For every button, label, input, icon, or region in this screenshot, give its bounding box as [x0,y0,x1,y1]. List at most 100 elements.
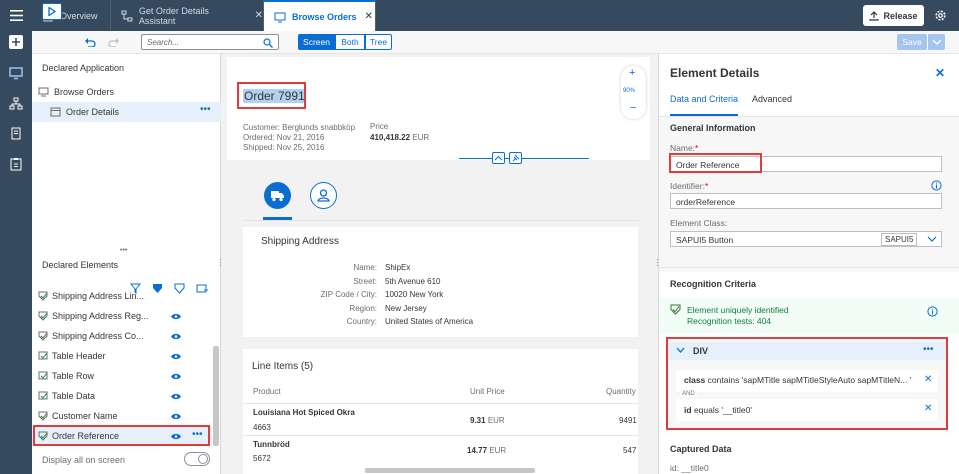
tab-label: Data and Criteria [670,94,739,104]
list-item[interactable]: Shipping Address Co... [32,326,212,346]
pin-icon [512,154,520,162]
undo-icon[interactable] [84,36,96,47]
eye-icon[interactable] [171,313,181,320]
close-icon[interactable]: ✕ [935,66,945,80]
highlight-order-title [237,82,306,109]
save-button[interactable]: Save [897,34,927,50]
shield-check-icon [38,291,48,301]
product-name: Tunnbröd [253,440,290,449]
column-header-unit-price: Unit Price [470,387,505,396]
tree-item-order-details[interactable]: Order Details ••• [32,102,221,122]
class-select[interactable]: SAPUI5 Button SAPUI5 [670,231,942,247]
shipping-tab[interactable] [264,182,291,209]
save-label: Save [902,37,922,47]
release-button[interactable]: Release [863,5,924,26]
list-item[interactable]: Shipping Address Reg... [32,306,212,326]
shield-check-icon [38,331,48,341]
shipping-address-title: Shipping Address [261,236,339,247]
tree-item-label: Order Details [66,107,120,117]
element-list-scrollbar[interactable] [213,346,219,446]
price-currency: EUR [412,133,430,142]
run-button[interactable] [42,3,62,20]
collapse-header-button[interactable] [492,152,505,164]
customer-text: Customer: Berglunds snabbköp [243,123,356,132]
tab-get-order-details[interactable]: Get Order Details Assistant ✕ [111,0,264,31]
menu-icon[interactable] [10,10,23,21]
element-label: Table Data [52,391,96,401]
hierarchy-icon[interactable] [9,97,23,111]
unique-status: Element uniquely identified [687,305,789,315]
release-label: Release [883,10,918,21]
list-item[interactable]: Shipping Address Lin... [32,290,212,306]
tab-browse-orders[interactable]: Browse Orders ✕ [264,0,376,31]
clipboard-icon[interactable] [9,157,23,171]
view-tree-button[interactable]: Tree [365,34,392,50]
list-item[interactable]: Customer Name [32,406,212,426]
zoom-control: + 90% − [621,66,646,119]
quantity: 9491 [619,416,637,425]
price: 14.77 [467,446,488,455]
view-both-button[interactable]: Both [335,34,365,50]
eye-icon[interactable] [171,333,181,340]
contact-tab[interactable] [310,182,337,209]
element-label: Table Header [52,351,106,361]
element-label: Shipping Address Reg... [52,311,149,321]
product-name: Louisiana Hot Spiced Okra [253,408,355,417]
list-item[interactable]: Table Data [32,386,212,406]
identifier-label: Identifier:* [670,181,709,191]
element-details-panel: Element Details ✕ Data and Criteria Adva… [658,54,959,474]
shield-check-icon [38,411,48,421]
preview-scrollbar[interactable] [365,468,535,473]
line-items-title: Line Items (5) [252,361,314,372]
eye-icon[interactable] [171,373,181,380]
close-icon[interactable]: ✕ [255,10,263,21]
declared-application-title: Declared Application [42,63,125,73]
display-all-toggle[interactable] [184,452,210,466]
pin-header-button[interactable] [509,152,522,164]
currency: EUR [487,416,505,425]
ordered-text: Ordered: Nov 21, 2016 [243,133,325,142]
info-icon[interactable] [931,180,942,191]
identifier-input[interactable]: orderReference [670,193,942,209]
icon-tab-bar [243,178,638,221]
address-row: ZIP Code / City: 10020 New York [243,288,638,301]
table-row[interactable]: Tunnbröd 5672 14.77 EUR 547 [243,436,638,466]
zoom-out-icon[interactable]: − [630,102,636,114]
address-value: United States of America [385,317,474,326]
price-value: 410,418.22 [370,133,411,142]
address-key: Country: [346,317,377,326]
zoom-in-icon[interactable]: + [629,67,635,79]
list-item[interactable]: Table Header [32,346,212,366]
table-check-icon [38,371,48,380]
copy-icon[interactable] [9,127,23,141]
save-dropdown-button[interactable] [927,34,945,50]
seg-label: Screen [303,37,330,47]
zoom-level: 90% [623,88,636,94]
more-icon[interactable]: ••• [200,104,211,115]
gear-icon[interactable] [934,9,947,22]
monitor-icon[interactable] [9,66,23,80]
element-label: Table Row [52,371,95,381]
close-icon[interactable]: ✕ [365,11,373,22]
element-list: Shipping Address Lin... Shipping Address… [32,290,212,446]
list-item[interactable]: Table Row [32,366,212,386]
eye-icon[interactable] [171,353,181,360]
add-icon[interactable] [9,35,23,49]
table-row[interactable]: Louisiana Hot Spiced Okra 4663 9.31 EUR … [243,404,638,436]
eye-icon[interactable] [171,393,181,400]
address-row: Street: 5th Avenue 610 [243,275,638,288]
redo-icon[interactable] [108,36,120,47]
search-icon[interactable] [263,38,273,48]
info-icon[interactable] [927,306,938,317]
view-screen-button[interactable]: Screen [298,34,335,50]
search-input[interactable]: Search... [141,34,279,50]
table-check-icon [38,391,48,400]
tab-data-and-criteria[interactable]: Data and Criteria [670,94,739,116]
eye-icon[interactable] [171,413,181,420]
display-all-label: Display all on screen [42,455,126,465]
tree-item-browse-orders[interactable]: Browse Orders [32,82,221,102]
price-label: Price [370,122,389,131]
panel-splitter[interactable]: ••• [120,247,127,254]
tree-item-label: Browse Orders [54,87,115,97]
tab-advanced[interactable]: Advanced [752,94,792,104]
